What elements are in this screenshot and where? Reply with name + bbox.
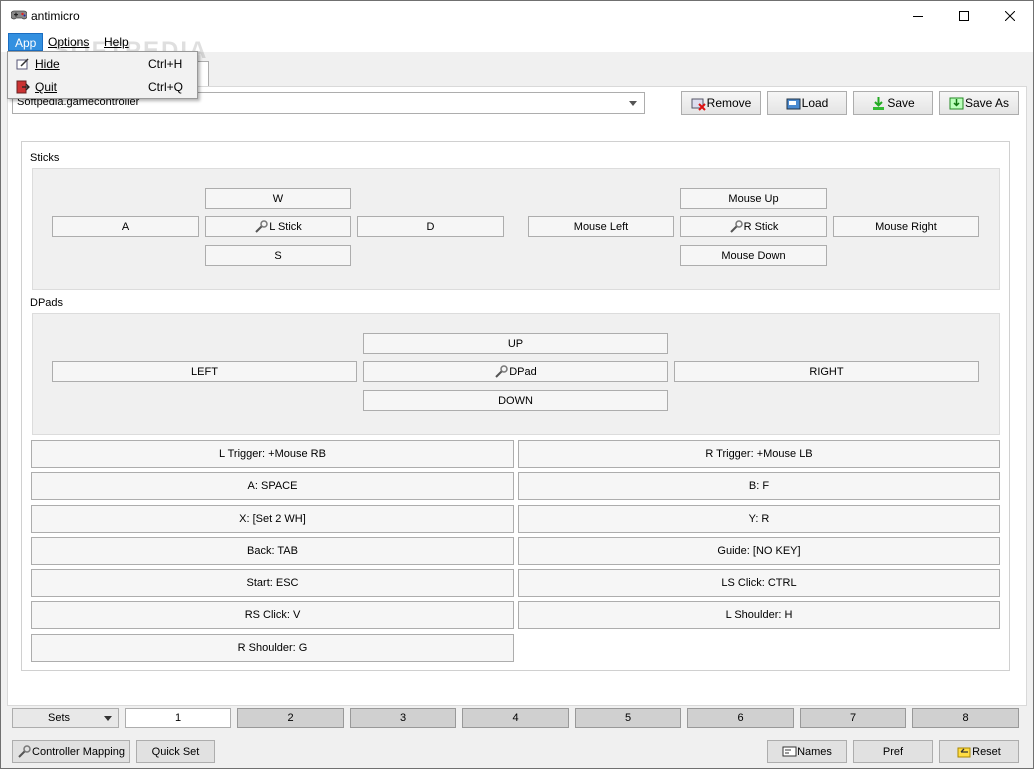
dpad-down-button[interactable]: DOWN [363, 390, 668, 411]
wrench-icon [495, 365, 508, 378]
lstick-down-button[interactable]: S [205, 245, 351, 266]
mapping-b[interactable]: B: F [518, 472, 1000, 500]
maximize-button[interactable] [941, 1, 987, 31]
save-as-button[interactable]: Save As [939, 91, 1019, 115]
gamepad-icon [11, 10, 27, 20]
minimize-icon [913, 16, 923, 17]
lstick-center-label: L Stick [269, 220, 302, 233]
mapping-y[interactable]: Y: R [518, 505, 1000, 533]
mapping-ls-click[interactable]: LS Click: CTRL [518, 569, 1000, 597]
menu-quit-item[interactable]: Quit Ctrl+Q [8, 76, 197, 98]
mapping-rs-click[interactable]: RS Click: V [31, 601, 514, 629]
menu-hide-item[interactable]: Hide Ctrl+H [8, 53, 197, 75]
rstick-left-button[interactable]: Mouse Left [528, 216, 674, 237]
load-button[interactable]: Load [767, 91, 847, 115]
dpad-left-button[interactable]: LEFT [52, 361, 357, 382]
set-2-button[interactable]: 2 [237, 708, 344, 728]
set-1-button[interactable]: 1 [125, 708, 231, 728]
dpad-center-button[interactable]: DPad [363, 361, 668, 382]
maximize-icon [959, 11, 969, 21]
mapping-a[interactable]: A: SPACE [31, 472, 514, 500]
sets-dropdown[interactable]: Sets [12, 708, 119, 728]
controller-mapping-label: Controller Mapping [32, 745, 125, 758]
rstick-down-button[interactable]: Mouse Down [680, 245, 827, 266]
mapping-l-trigger[interactable]: L Trigger: +Mouse RB [31, 440, 514, 468]
rstick-center-label: R Stick [743, 220, 779, 233]
names-button[interactable]: Names [767, 740, 847, 763]
set-8-button[interactable]: 8 [912, 708, 1019, 728]
close-button[interactable] [987, 1, 1033, 31]
hide-icon [16, 58, 29, 70]
remove-label: Remove [706, 96, 752, 110]
wrench-icon [255, 220, 268, 233]
remove-icon [691, 98, 706, 111]
save-label: Save [887, 96, 915, 110]
wrench-icon [729, 220, 743, 233]
mapping-start[interactable]: Start: ESC [31, 569, 514, 597]
save-button[interactable]: Save [853, 91, 933, 115]
menu-app[interactable]: App [8, 33, 44, 51]
set-7-button[interactable]: 7 [800, 708, 906, 728]
menu-quit-shortcut: Ctrl+Q [148, 80, 184, 94]
minimize-button[interactable] [895, 1, 941, 31]
close-icon [1005, 11, 1015, 21]
set-3-button[interactable]: 3 [350, 708, 456, 728]
load-icon [786, 98, 801, 109]
controller-mapping-button[interactable]: Controller Mapping [12, 740, 130, 763]
lstick-up-button[interactable]: W [205, 188, 351, 209]
reset-button[interactable]: Reset [939, 740, 1019, 763]
pref-button[interactable]: Pref [853, 740, 933, 763]
rstick-center-button[interactable]: R Stick [680, 216, 827, 237]
load-label: Load [801, 96, 829, 110]
names-icon [782, 746, 797, 757]
lstick-left-button[interactable]: A [52, 216, 199, 237]
chevron-down-icon [104, 716, 112, 721]
window-title: antimicro [31, 9, 80, 23]
dpad-up-button[interactable]: UP [363, 333, 668, 354]
wrench-icon [18, 745, 31, 758]
save-as-label: Save As [964, 96, 1010, 110]
mapping-r-shoulder[interactable]: R Shoulder: G [31, 634, 514, 662]
app-menu-dropdown: Hide Ctrl+H Quit Ctrl+Q [7, 51, 198, 99]
names-label: Names [797, 745, 832, 758]
mapping-l-shoulder[interactable]: L Shoulder: H [518, 601, 1000, 629]
reset-icon [957, 747, 971, 758]
set-6-button[interactable]: 6 [687, 708, 794, 728]
menu-hide-shortcut: Ctrl+H [148, 57, 183, 71]
mapping-r-trigger[interactable]: R Trigger: +Mouse LB [518, 440, 1000, 468]
sticks-label: Sticks [30, 152, 60, 164]
quit-icon [16, 80, 30, 94]
quick-set-button[interactable]: Quick Set [136, 740, 215, 763]
menu-hide-label: Hide [35, 57, 60, 71]
chevron-down-icon [629, 101, 637, 106]
main-window: antimicro App Options Help SOFTPEDIA Hid… [0, 0, 1034, 769]
rstick-up-button[interactable]: Mouse Up [680, 188, 827, 209]
reset-label: Reset [972, 745, 1001, 758]
dpads-label: DPads [30, 297, 64, 309]
set-4-button[interactable]: 4 [462, 708, 569, 728]
dpad-right-button[interactable]: RIGHT [674, 361, 979, 382]
mapping-back[interactable]: Back: TAB [31, 537, 514, 565]
remove-button[interactable]: Remove [681, 91, 761, 115]
lstick-right-button[interactable]: D [357, 216, 504, 237]
mapping-guide[interactable]: Guide: [NO KEY] [518, 537, 1000, 565]
save-as-icon [949, 97, 964, 109]
rstick-right-button[interactable]: Mouse Right [833, 216, 979, 237]
title-bar: antimicro [1, 1, 1033, 31]
set-5-button[interactable]: 5 [575, 708, 681, 728]
menu-quit-label: Quit [35, 80, 58, 94]
dpad-center-label: DPad [509, 365, 537, 378]
save-icon [873, 96, 885, 110]
mapping-x[interactable]: X: [Set 2 WH] [31, 505, 514, 533]
lstick-center-button[interactable]: L Stick [205, 216, 351, 237]
sets-label: Sets [48, 712, 71, 724]
